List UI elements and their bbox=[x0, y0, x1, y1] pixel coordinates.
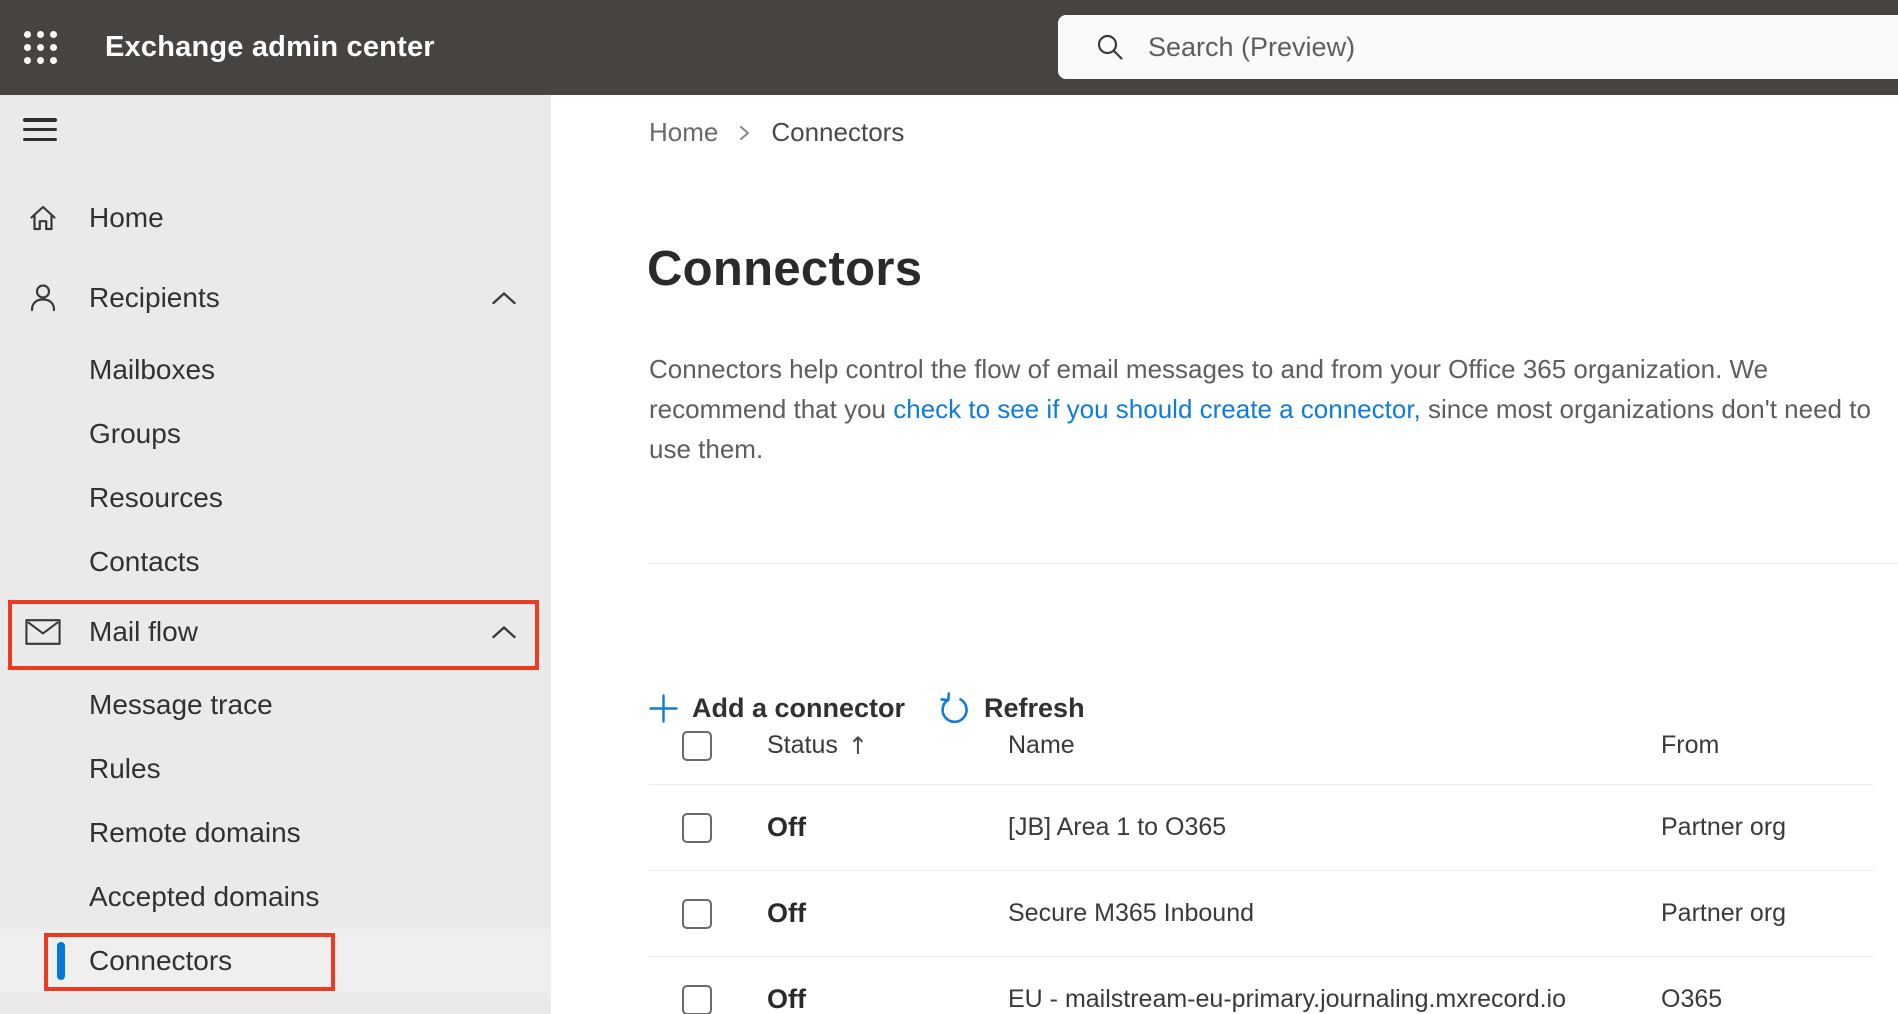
sidebar-item-label: Home bbox=[89, 202, 164, 233]
home-icon bbox=[30, 205, 56, 231]
sidebar-item-home[interactable]: Home bbox=[0, 186, 551, 250]
top-bar: Exchange admin center bbox=[0, 0, 1898, 95]
sidebar-item-label: Recipients bbox=[89, 282, 220, 313]
sidebar-nav: Home Recipients Mailboxes Groups Resourc… bbox=[0, 95, 551, 1014]
mail-icon bbox=[25, 619, 61, 645]
sidebar-item-label: Mailboxes bbox=[89, 354, 216, 385]
create-connector-link[interactable]: check to see if you should create a conn… bbox=[893, 394, 1421, 424]
sidebar-item-mailboxes[interactable]: Mailboxes bbox=[0, 338, 551, 402]
page-description: Connectors help control the flow of emai… bbox=[649, 349, 1894, 469]
from-cell: Partner org bbox=[1661, 899, 1787, 927]
sidebar-item-resources[interactable]: Resources bbox=[0, 466, 551, 530]
sidebar-item-label: Accepted domains bbox=[89, 881, 320, 912]
sidebar-item-label: Message trace bbox=[89, 689, 273, 720]
sidebar-item-label: Rules bbox=[89, 753, 161, 784]
hamburger-menu-icon[interactable] bbox=[23, 118, 57, 141]
table-row[interactable]: Off [JB] Area 1 to O365 Partner org bbox=[649, 785, 1874, 871]
sidebar-item-label: Groups bbox=[89, 418, 181, 449]
sidebar-item-rules[interactable]: Rules bbox=[0, 737, 551, 801]
row-checkbox[interactable] bbox=[682, 984, 712, 1014]
selected-indicator-bar bbox=[57, 942, 65, 980]
sidebar-item-label: Mail flow bbox=[89, 616, 198, 647]
select-all-checkbox[interactable] bbox=[682, 730, 712, 761]
connectors-table: Status ↑ Name From Off [JB] Area 1 to O3… bbox=[649, 707, 1874, 1014]
breadcrumb-home-link[interactable]: Home bbox=[649, 117, 718, 148]
page-title: Connectors bbox=[647, 242, 923, 296]
from-cell: O365 bbox=[1661, 985, 1723, 1013]
name-cell: [JB] Area 1 to O365 bbox=[1008, 813, 1227, 841]
breadcrumb: Home Connectors bbox=[649, 117, 904, 148]
name-cell: Secure M365 Inbound bbox=[1008, 899, 1255, 927]
main-content: Home Connectors Connectors Connectors he… bbox=[551, 95, 1898, 1014]
sidebar-item-label: Contacts bbox=[89, 546, 200, 577]
from-cell: Partner org bbox=[1661, 813, 1787, 841]
search-input[interactable] bbox=[1148, 31, 1848, 63]
chevron-right-icon bbox=[737, 123, 752, 143]
name-cell: EU - mailstream-eu-primary.journaling.mx… bbox=[1008, 985, 1567, 1013]
sidebar-item-connectors[interactable]: Connectors bbox=[0, 929, 551, 993]
toolbar-divider bbox=[649, 563, 1898, 564]
person-icon bbox=[30, 284, 56, 312]
row-checkbox[interactable] bbox=[682, 812, 712, 843]
chevron-up-icon[interactable] bbox=[490, 290, 518, 307]
column-header-status[interactable]: Status ↑ bbox=[767, 731, 1008, 760]
sidebar-item-label: Connectors bbox=[89, 945, 233, 976]
sidebar-item-message-trace[interactable]: Message trace bbox=[0, 673, 551, 737]
chevron-up-icon[interactable] bbox=[490, 624, 518, 641]
app-title: Exchange admin center bbox=[105, 31, 435, 63]
sort-ascending-icon: ↑ bbox=[847, 731, 868, 760]
sidebar-item-recipients[interactable]: Recipients bbox=[0, 266, 551, 330]
search-icon bbox=[1097, 34, 1123, 60]
status-cell: Off bbox=[767, 984, 806, 1014]
sidebar-item-groups[interactable]: Groups bbox=[0, 402, 551, 466]
status-cell: Off bbox=[767, 812, 806, 842]
search-box[interactable] bbox=[1058, 15, 1898, 79]
app-launcher-icon[interactable] bbox=[24, 31, 57, 64]
sidebar-item-remote-domains[interactable]: Remote domains bbox=[0, 801, 551, 865]
row-checkbox[interactable] bbox=[682, 898, 712, 929]
table-header-row: Status ↑ Name From bbox=[649, 707, 1874, 785]
sidebar-item-accepted-domains[interactable]: Accepted domains bbox=[0, 865, 551, 929]
table-row[interactable]: Off Secure M365 Inbound Partner org bbox=[649, 871, 1874, 957]
column-header-from[interactable]: From bbox=[1661, 731, 1874, 760]
table-row[interactable]: Off EU - mailstream-eu-primary.journalin… bbox=[649, 957, 1874, 1014]
sidebar-item-contacts[interactable]: Contacts bbox=[0, 530, 551, 594]
column-header-name[interactable]: Name bbox=[1008, 731, 1661, 760]
breadcrumb-current: Connectors bbox=[771, 117, 905, 147]
sidebar-item-mail-flow[interactable]: Mail flow bbox=[0, 600, 551, 664]
sidebar-item-label: Remote domains bbox=[89, 817, 301, 848]
status-cell: Off bbox=[767, 898, 806, 928]
sidebar-item-label: Resources bbox=[89, 482, 223, 513]
